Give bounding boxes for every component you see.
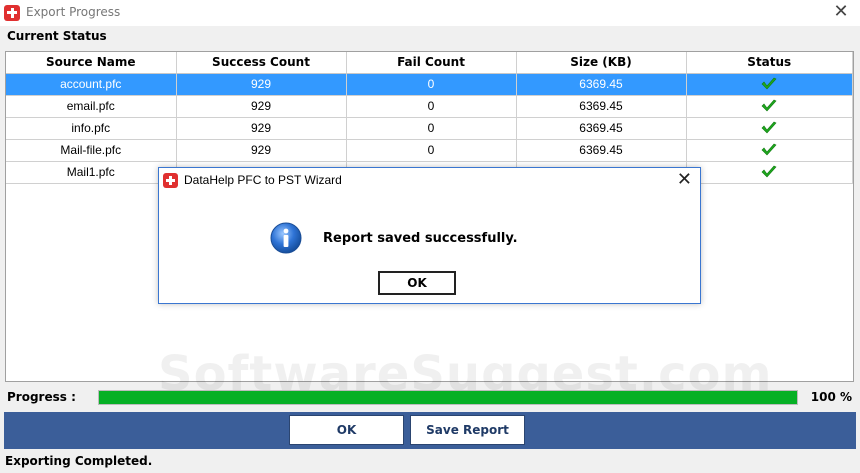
column-header-source-name[interactable]: Source Name: [6, 52, 177, 74]
cell-success-count: 929: [176, 139, 347, 162]
export-status-text: Exporting Completed.: [5, 454, 153, 468]
check-icon: [761, 100, 777, 112]
app-logo-icon: [4, 5, 20, 21]
check-icon: [761, 122, 777, 134]
column-header-fail-count[interactable]: Fail Count: [346, 52, 517, 74]
cell-fail-count: 0: [346, 95, 517, 118]
info-icon: [270, 222, 302, 254]
progress-bar-fill: [99, 391, 797, 404]
cell-source-name: info.pfc: [6, 117, 177, 140]
cell-status: [686, 95, 853, 118]
table-row[interactable]: account.pfc 929 0 6369.45: [6, 73, 853, 96]
dialog-close-button[interactable]: ✕: [677, 169, 692, 191]
cell-fail-count: 0: [346, 139, 517, 162]
check-icon: [761, 144, 777, 156]
status-table: Source Name Success Count Fail Count Siz…: [6, 52, 853, 184]
dialog-ok-button[interactable]: OK: [378, 271, 456, 295]
dialog-title: DataHelp PFC to PST Wizard: [184, 173, 342, 187]
table-header-row: Source Name Success Count Fail Count Siz…: [6, 52, 853, 74]
cell-size: 6369.45: [516, 139, 687, 162]
report-saved-dialog: DataHelp PFC to PST Wizard ✕ Report save…: [158, 167, 701, 304]
cell-success-count: 929: [176, 73, 347, 96]
cell-status: [686, 161, 853, 184]
check-icon: [761, 78, 777, 90]
window-title: Export Progress: [26, 5, 121, 19]
dialog-message: Report saved successfully.: [323, 231, 518, 246]
cell-source-name: account.pfc: [6, 73, 177, 96]
cell-source-name: email.pfc: [6, 95, 177, 118]
cell-status: [686, 139, 853, 162]
save-report-button[interactable]: Save Report: [410, 415, 525, 445]
table-row[interactable]: Mail-file.pfc 929 0 6369.45: [6, 139, 853, 162]
app-logo-icon: [163, 173, 178, 188]
cell-success-count: 929: [176, 117, 347, 140]
progress-label: Progress :: [7, 390, 76, 404]
check-icon: [761, 166, 777, 178]
cell-status: [686, 73, 853, 96]
column-header-size[interactable]: Size (KB): [516, 52, 687, 74]
window-titlebar: Export Progress ✕: [0, 0, 860, 26]
cell-status: [686, 117, 853, 140]
dialog-titlebar: DataHelp PFC to PST Wizard ✕: [159, 168, 700, 192]
ok-button[interactable]: OK: [289, 415, 404, 445]
cell-source-name: Mail1.pfc: [6, 161, 177, 184]
current-status-heading: Current Status: [7, 29, 107, 43]
progress-percent: 100 %: [810, 390, 852, 404]
cell-size: 6369.45: [516, 117, 687, 140]
progress-bar: [98, 390, 798, 405]
table-row[interactable]: info.pfc 929 0 6369.45: [6, 117, 853, 140]
table-row[interactable]: email.pfc 929 0 6369.45: [6, 95, 853, 118]
cell-source-name: Mail-file.pfc: [6, 139, 177, 162]
cell-size: 6369.45: [516, 95, 687, 118]
cell-success-count: 929: [176, 95, 347, 118]
cell-fail-count: 0: [346, 73, 517, 96]
cell-size: 6369.45: [516, 73, 687, 96]
button-bar: OK Save Report: [4, 412, 856, 449]
column-header-status[interactable]: Status: [686, 52, 853, 74]
column-header-success-count[interactable]: Success Count: [176, 52, 347, 74]
cell-fail-count: 0: [346, 117, 517, 140]
window-close-button[interactable]: ✕: [828, 2, 854, 22]
